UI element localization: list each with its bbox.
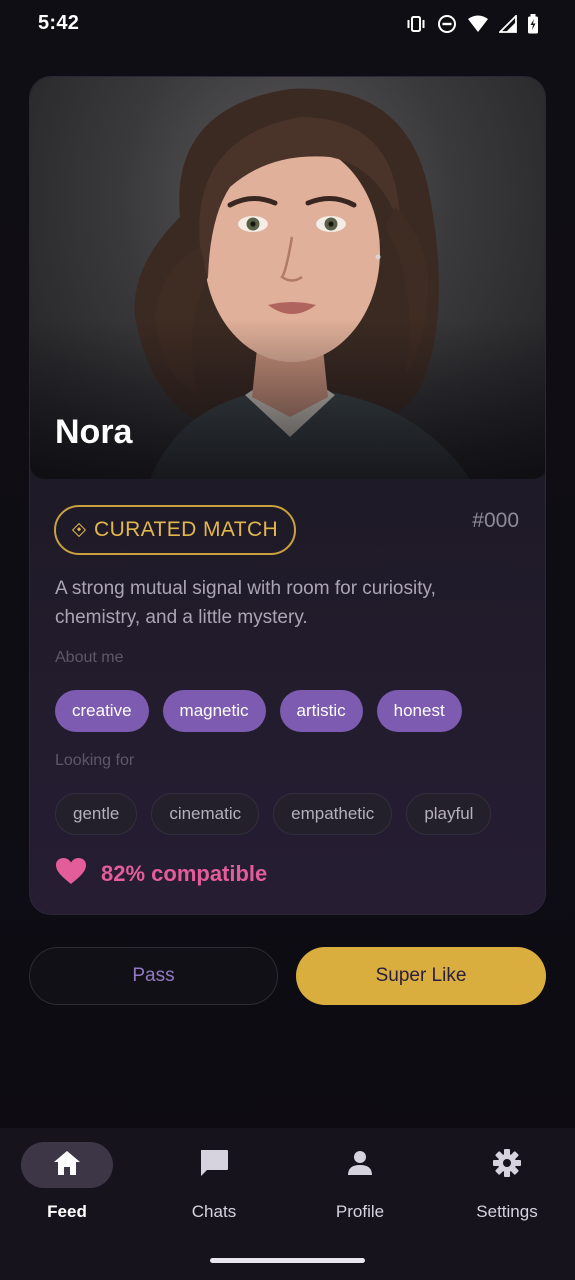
home-icon [52, 1149, 82, 1182]
looking-tag: cinematic [151, 793, 260, 835]
looking-tag: empathetic [273, 793, 393, 835]
home-indicator[interactable] [210, 1258, 365, 1263]
nav-label-feed: Feed [47, 1202, 87, 1221]
looking-tag: gentle [55, 793, 138, 835]
nav-item-chats[interactable]: Chats [154, 1142, 274, 1222]
battery-icon [527, 14, 539, 34]
looking-for-label: Looking for [55, 752, 135, 769]
vibrate-icon [405, 15, 427, 33]
chat-icon [198, 1147, 230, 1184]
profile-tagline: A strong mutual signal with room for cur… [55, 578, 436, 628]
nav-pill-chats[interactable] [168, 1142, 260, 1188]
cell-signal-icon [499, 15, 517, 33]
super-like-button[interactable]: Super Like [296, 947, 546, 1005]
about-tag: magnetic [162, 690, 266, 732]
compatibility-label: 82% compatible [101, 861, 268, 886]
looking-tag: playful [406, 793, 492, 835]
profile-name: Nora [55, 413, 133, 451]
screen: 5:42 Nora CURATED MATCH #000 A strong mu… [0, 0, 575, 1280]
about-tag: creative [55, 690, 149, 732]
person-icon [346, 1149, 374, 1182]
nav-pill-profile[interactable] [314, 1142, 406, 1188]
about-me-tags: creative magnetic artistic honest [55, 690, 462, 732]
profile-card[interactable]: Nora CURATED MATCH #000 A strong mutual … [29, 76, 546, 915]
curated-match-label: CURATED MATCH [94, 518, 279, 541]
do-not-disturb-icon [437, 14, 457, 34]
heart-icon [55, 857, 87, 891]
nav-item-profile[interactable]: Profile [300, 1142, 420, 1222]
pass-button[interactable]: Pass [29, 947, 278, 1005]
nav-label-chats: Chats [191, 1202, 237, 1221]
nav-label-profile: Profile [335, 1202, 385, 1221]
status-icons [405, 14, 539, 34]
curated-match-badge: CURATED MATCH [54, 505, 297, 555]
status-bar: 5:42 [0, 0, 575, 52]
wifi-icon [467, 15, 489, 33]
compatibility: 82% compatible [55, 857, 267, 891]
photo-shade [30, 319, 545, 479]
gear-icon [492, 1148, 522, 1183]
match-id: #000 [472, 509, 519, 532]
nav-item-feed[interactable]: Feed [7, 1142, 127, 1222]
diamond-icon [71, 522, 87, 538]
nav-pill-feed[interactable] [21, 1142, 113, 1188]
about-me-label: About me [55, 649, 124, 666]
nav-item-settings[interactable]: Settings [447, 1142, 567, 1222]
about-tag: artistic [279, 690, 363, 732]
status-time: 5:42 [38, 12, 80, 34]
profile-photo: Nora [30, 77, 545, 479]
looking-for-tags: gentle cinematic empathetic playful [55, 793, 492, 835]
about-tag: honest [376, 690, 462, 732]
nav-pill-settings[interactable] [461, 1142, 553, 1188]
nav-label-settings: Settings [476, 1202, 538, 1221]
